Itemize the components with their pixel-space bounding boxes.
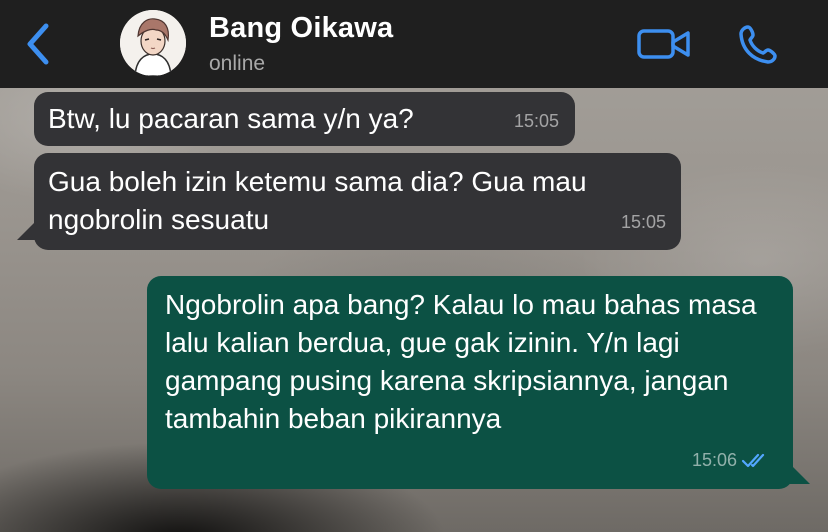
chat-header: Bang Oikawa online	[0, 0, 828, 88]
video-camera-icon	[637, 29, 690, 59]
contact-status: online	[209, 52, 266, 75]
message-time: 15:06	[691, 450, 737, 470]
message-text: Ngobrolin apa bang? Kalau lo mau bahas m…	[165, 289, 757, 434]
bubble-tail	[17, 222, 35, 240]
chevron-left-icon	[27, 23, 49, 65]
message-time-row: 15:06	[692, 441, 769, 479]
message-time: 15:05	[513, 111, 559, 131]
message-time: 15:05	[620, 212, 666, 232]
avatar[interactable]	[120, 10, 186, 76]
voice-call-button[interactable]	[735, 22, 781, 66]
message-text: Btw, lu pacaran sama y/n ya?	[48, 103, 414, 134]
contact-name[interactable]: Bang Oikawa	[209, 12, 393, 45]
avatar-image	[120, 10, 186, 76]
double-check-icon	[741, 453, 765, 468]
message-bubble-incoming[interactable]: Gua boleh izin ketemu sama dia? Gua mau …	[34, 153, 681, 250]
message-bubble-outgoing[interactable]: Ngobrolin apa bang? Kalau lo mau bahas m…	[147, 276, 793, 489]
video-call-button[interactable]	[636, 24, 692, 64]
message-bubble-incoming[interactable]: Btw, lu pacaran sama y/n ya? 15:05	[34, 92, 575, 146]
bubble-tail	[788, 462, 810, 484]
phone-icon	[739, 25, 777, 64]
message-text: Gua boleh izin ketemu sama dia? Gua mau …	[48, 166, 587, 235]
back-button[interactable]	[20, 22, 56, 66]
